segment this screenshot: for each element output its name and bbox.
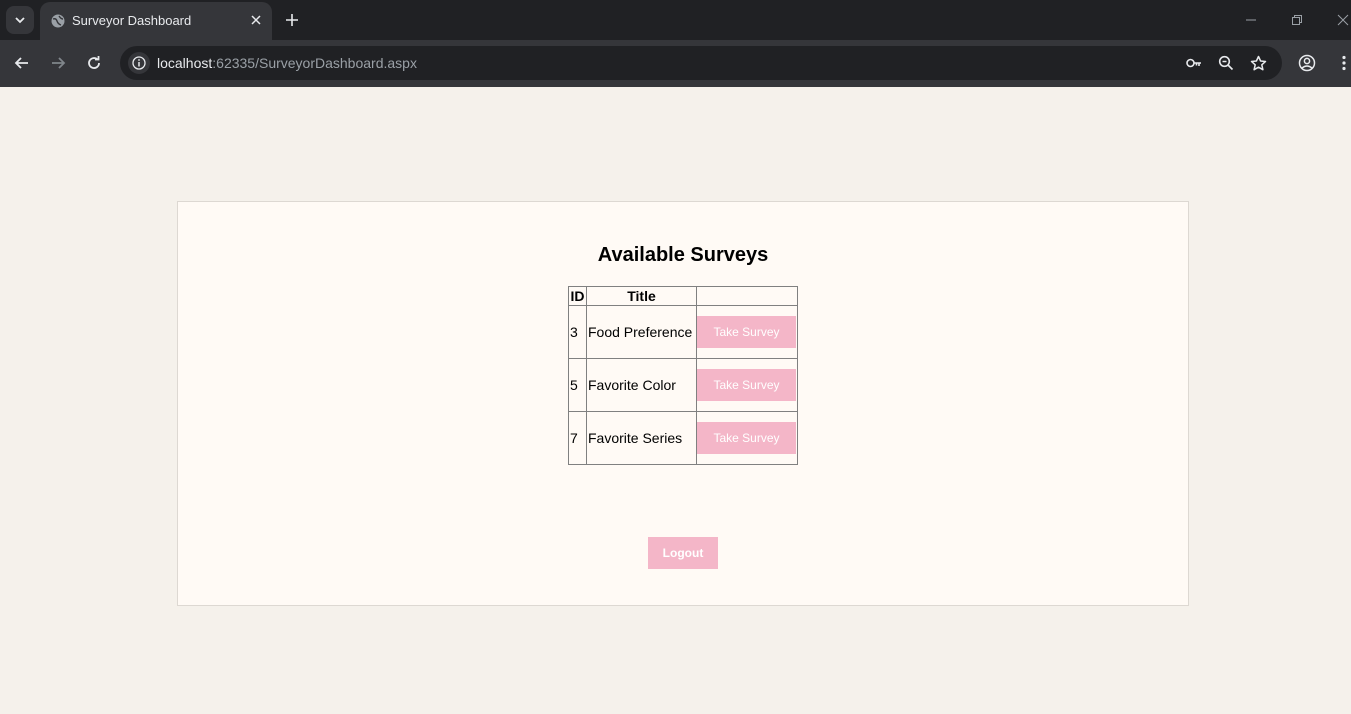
- page-viewport: Available Surveys ID Title 3 Food Prefer…: [0, 87, 1351, 714]
- url-path: :62335/SurveyorDashboard.aspx: [212, 55, 417, 71]
- plus-icon: [286, 14, 298, 26]
- close-icon: [1337, 14, 1349, 26]
- page-title: Available Surveys: [597, 244, 769, 266]
- url-host: localhost: [157, 55, 213, 71]
- browser-menu-button[interactable]: [1333, 52, 1351, 74]
- table-header-row: ID Title: [568, 286, 798, 306]
- back-arrow-icon: [14, 57, 28, 69]
- key-icon: [1186, 58, 1201, 68]
- table-row: 5 Favorite Color Take Survey: [568, 358, 798, 412]
- tab-list-button[interactable]: [6, 6, 34, 34]
- survey-id: 5: [568, 358, 587, 412]
- column-header-action: [696, 286, 798, 306]
- column-header-id: ID: [568, 286, 587, 306]
- survey-action-cell: Take Survey: [696, 411, 798, 465]
- survey-title: Favorite Color: [586, 358, 697, 412]
- address-bar[interactable]: localhost:62335/SurveyorDashboard.aspx: [120, 46, 1282, 80]
- browser-toolbar: localhost:62335/SurveyorDashboard.aspx: [0, 40, 1351, 87]
- forward-arrow-icon: [52, 57, 66, 69]
- take-survey-button[interactable]: Take Survey: [697, 316, 796, 348]
- minimize-button[interactable]: [1243, 12, 1259, 28]
- column-header-title: Title: [586, 286, 697, 306]
- passwords-button[interactable]: [1185, 54, 1203, 72]
- survey-action-cell: Take Survey: [696, 305, 798, 359]
- chevron-down-icon: [15, 17, 25, 24]
- survey-title: Favorite Series: [586, 411, 697, 465]
- take-survey-button[interactable]: Take Survey: [697, 422, 796, 454]
- table-row: 3 Food Preference Take Survey: [568, 305, 798, 359]
- browser-tab-bar: Surveyor Dashboard: [0, 0, 1351, 40]
- survey-id: 7: [568, 411, 587, 465]
- surveys-table: ID Title 3 Food Preference Take Survey 5…: [568, 286, 798, 465]
- browser-tab[interactable]: Surveyor Dashboard: [40, 2, 272, 40]
- kebab-menu-icon: [1342, 55, 1346, 71]
- reload-button[interactable]: [83, 52, 105, 74]
- profile-button[interactable]: [1296, 52, 1318, 74]
- url-text: localhost:62335/SurveyorDashboard.aspx: [157, 55, 417, 71]
- forward-button[interactable]: [47, 52, 69, 74]
- close-window-button[interactable]: [1335, 12, 1351, 28]
- survey-title: Food Preference: [586, 305, 697, 359]
- new-tab-button[interactable]: [282, 10, 302, 30]
- dashboard-card: Available Surveys ID Title 3 Food Prefer…: [177, 201, 1189, 606]
- minimize-icon: [1246, 19, 1256, 21]
- tab-title: Surveyor Dashboard: [72, 13, 192, 28]
- info-icon: [132, 56, 146, 70]
- table-row: 7 Favorite Series Take Survey: [568, 411, 798, 465]
- take-survey-button[interactable]: Take Survey: [697, 369, 796, 401]
- restore-button[interactable]: [1289, 12, 1305, 28]
- survey-action-cell: Take Survey: [696, 358, 798, 412]
- back-button[interactable]: [11, 52, 33, 74]
- site-info-button[interactable]: [128, 52, 150, 74]
- restore-icon: [1292, 15, 1302, 25]
- logout-button[interactable]: Logout: [648, 537, 718, 569]
- survey-id: 3: [568, 305, 587, 359]
- bookmark-button[interactable]: [1249, 54, 1267, 72]
- profile-icon: [1298, 54, 1316, 72]
- tab-close-button[interactable]: [248, 12, 264, 28]
- reload-icon: [88, 56, 100, 69]
- close-icon: [251, 15, 261, 25]
- zoom-icon: [1218, 55, 1234, 71]
- zoom-button[interactable]: [1217, 54, 1235, 72]
- star-icon: [1250, 55, 1266, 70]
- globe-icon: [51, 14, 65, 28]
